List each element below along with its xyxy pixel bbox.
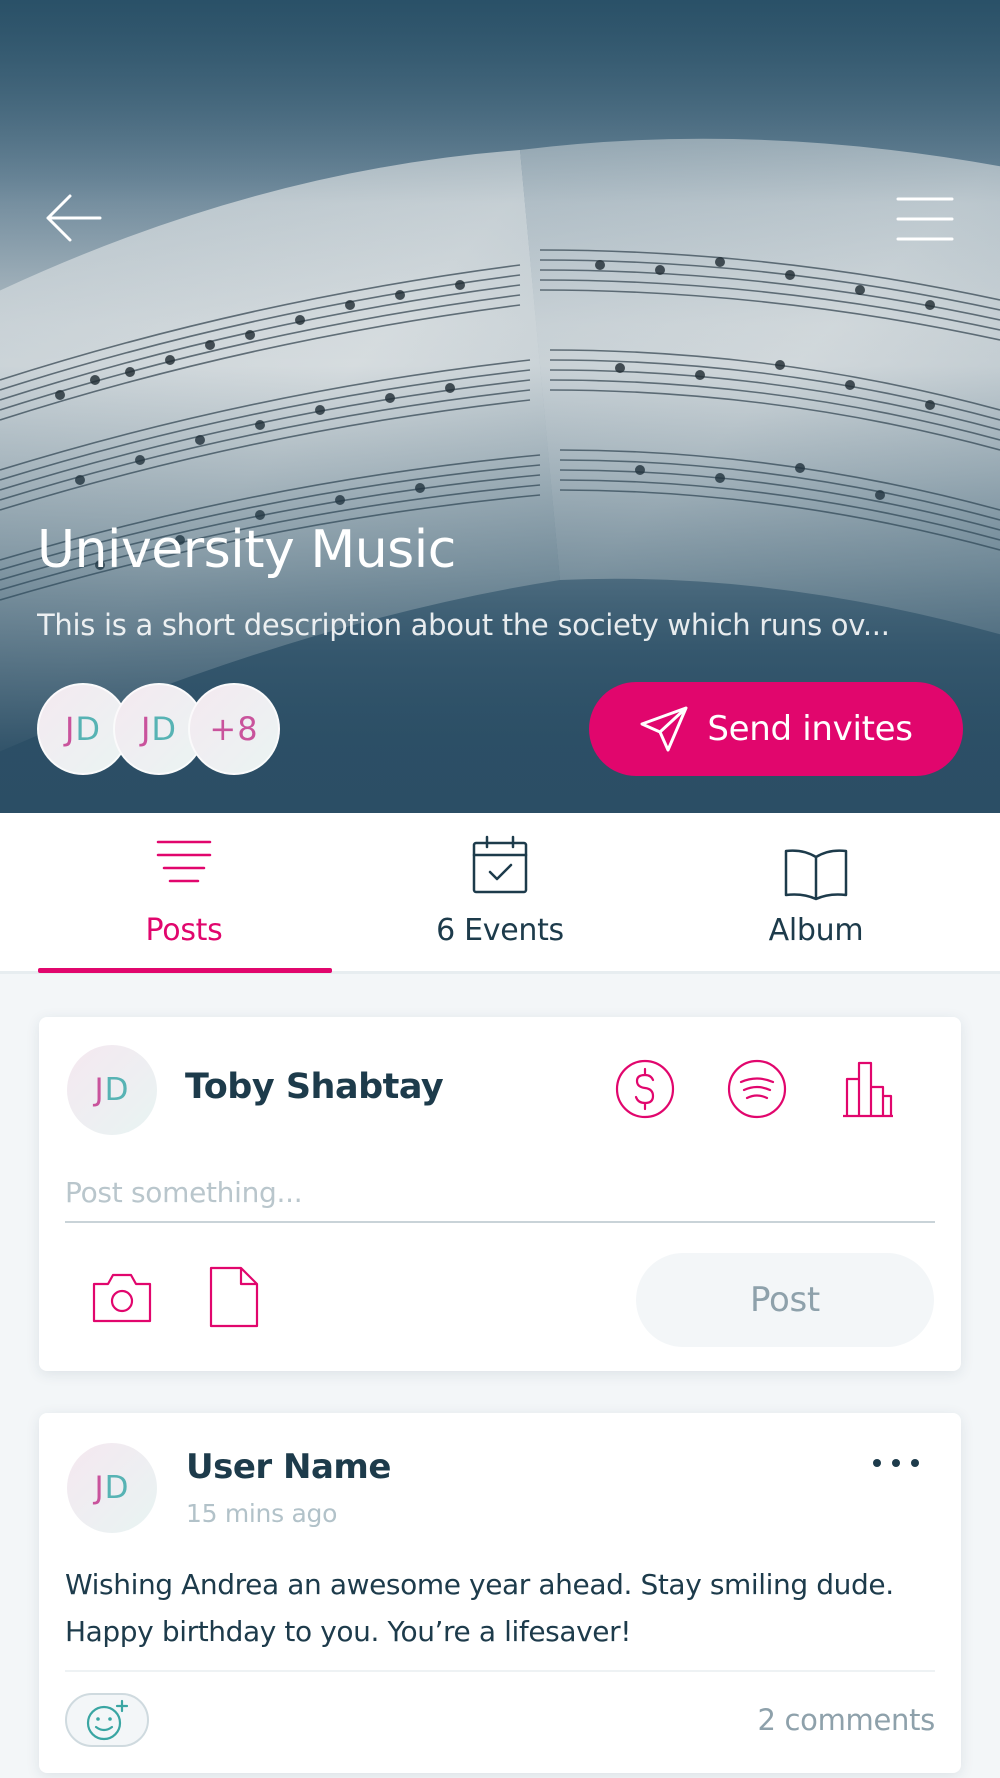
post-input[interactable]	[65, 1163, 935, 1223]
hamburger-menu-icon	[896, 197, 954, 241]
more-dots-icon	[873, 1459, 919, 1467]
react-button[interactable]	[65, 1693, 149, 1747]
tab-posts[interactable]: Posts	[36, 813, 332, 974]
society-title: University Music	[37, 520, 456, 580]
avatar-initial: D	[104, 1470, 130, 1506]
post-button[interactable]: Post	[636, 1253, 934, 1347]
bar-chart-icon	[843, 1061, 893, 1118]
file-icon	[209, 1266, 259, 1328]
add-spotify-button[interactable]	[727, 1059, 787, 1123]
avatar[interactable]: JD	[67, 1443, 157, 1533]
add-file-button[interactable]	[209, 1266, 259, 1332]
list-lines-icon	[156, 840, 212, 883]
member-initial: J	[64, 710, 76, 748]
tab-bar: Posts 6 Events Album	[0, 813, 1000, 974]
society-description: This is a short description about the so…	[37, 608, 890, 642]
arrow-left-icon	[46, 194, 102, 242]
member-initial: D	[151, 710, 178, 748]
spotify-icon	[727, 1059, 787, 1119]
post-options-button[interactable]	[867, 1453, 927, 1473]
send-invites-button[interactable]: Send invites	[589, 682, 963, 776]
active-tab-indicator	[38, 968, 332, 973]
divider	[65, 1670, 935, 1672]
add-payment-button[interactable]	[615, 1059, 675, 1123]
add-photo-button[interactable]	[91, 1270, 153, 1328]
post-card: JD User Name 15 mins ago Wishing Andrea …	[39, 1413, 961, 1773]
member-initial: J	[140, 710, 152, 748]
avatar-initial: D	[104, 1072, 130, 1108]
hero-header: University Music This is a short descrip…	[0, 0, 1000, 813]
calendar-check-icon	[472, 835, 528, 894]
tab-label: 6 Events	[436, 913, 564, 948]
avatar-initial: J	[94, 1470, 105, 1506]
composer-user-name: Toby Shabtay	[185, 1067, 444, 1107]
add-poll-button[interactable]	[841, 1059, 895, 1123]
avatar[interactable]: JD	[67, 1045, 157, 1135]
comments-link[interactable]: 2 comments	[757, 1703, 935, 1737]
avatar-initial: J	[94, 1072, 105, 1108]
more-members-count: +8	[209, 710, 259, 748]
dollar-circle-icon	[615, 1059, 675, 1119]
tab-events[interactable]: 6 Events	[352, 813, 648, 974]
menu-button[interactable]	[896, 196, 954, 242]
post-body: Wishing Andrea an awesome year ahead. St…	[65, 1568, 894, 1648]
member-initial: D	[75, 710, 102, 748]
camera-icon	[92, 1273, 152, 1323]
more-members-badge[interactable]: +8	[188, 683, 280, 775]
tab-label: Album	[768, 913, 864, 948]
paper-plane-icon	[640, 706, 688, 752]
add-emoji-icon	[86, 1699, 129, 1741]
tab-album[interactable]: Album	[668, 813, 964, 974]
post-composer: JD Toby Shabtay Post	[39, 1017, 961, 1371]
back-button[interactable]	[44, 193, 104, 243]
post-timestamp: 15 mins ago	[186, 1499, 338, 1528]
send-invites-label: Send invites	[707, 709, 913, 749]
open-book-icon	[784, 849, 848, 901]
post-author[interactable]: User Name	[186, 1447, 391, 1487]
tab-label: Posts	[145, 913, 223, 948]
